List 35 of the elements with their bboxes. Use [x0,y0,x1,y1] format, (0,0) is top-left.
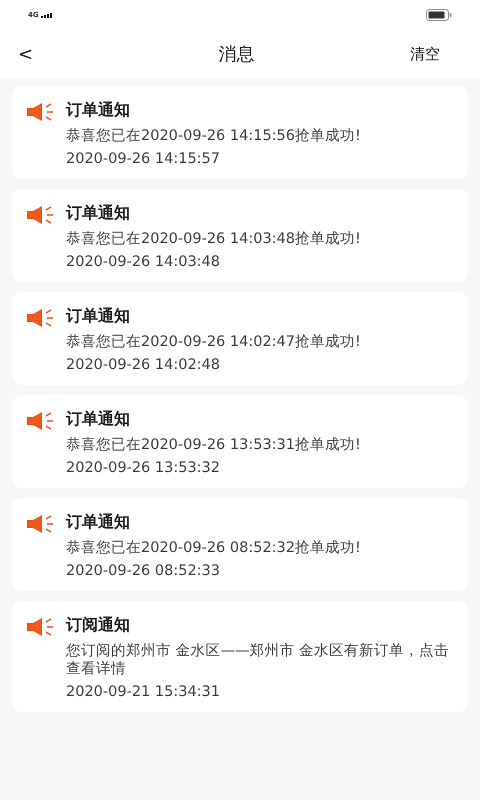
message-time: 2020-09-26 14:02:48 [66,357,221,373]
message-text: 您订阅的郑州市 金水区——郑州市 金水区有新订单，点击查看详情 [66,642,450,678]
page-title: 消息 [218,43,256,66]
message-text: 恭喜您已在2020-09-26 13:53:31抢单成功! [66,436,362,454]
message-text: 恭喜您已在2020-09-26 14:02:47抢单成功! [66,333,362,351]
message-card[interactable]: 订阅通知 您订阅的郑州市 金水区——郑州市 金水区有新订单，点击查看详情 2020-09-21 15:34:31 [12,601,468,712]
message-time: 2020-09-26 08:52:33 [66,563,221,579]
speaker-icon [26,411,56,431]
message-time: 2020-09-21 15:34:31 [66,684,221,700]
speaker-icon [26,205,56,225]
message-time: 2020-09-26 14:15:57 [66,151,221,167]
message-card[interactable]: 订单通知 恭喜您已在2020-09-26 13:53:31抢单成功! 2020-09-26 13:53:32 [12,395,468,488]
message-card[interactable]: 订单通知 恭喜您已在2020-09-26 14:02:47抢单成功! 2020-09-26 14:02:48 [12,292,468,385]
message-card[interactable]: 订单通知 恭喜您已在2020-09-26 14:15:56抢单成功! 2020-09-26 14:15:57 [12,86,468,179]
message-text: 恭喜您已在2020-09-26 14:03:48抢单成功! [66,230,362,248]
speaker-icon [26,308,56,328]
message-card[interactable]: 订单通知 恭喜您已在2020-09-26 14:03:48抢单成功! 2020-09-26 14:03:48 [12,189,468,282]
message-time: 2020-09-26 14:03:48 [66,254,221,270]
message-card[interactable]: 订单通知 恭喜您已在2020-09-26 08:52:32抢单成功! 2020-09-26 08:52:33 [12,498,468,591]
message-title: 订单通知 [66,409,131,430]
speaker-icon [26,514,56,534]
message-title: 订单通知 [66,306,131,327]
battery-icon [426,9,452,21]
message-time: 2020-09-26 13:53:32 [66,460,221,476]
message-title: 订阅通知 [66,615,131,636]
speaker-icon [26,102,56,122]
message-title: 订单通知 [66,100,131,121]
back-button[interactable]: < [12,44,40,64]
message-text: 恭喜您已在2020-09-26 14:15:56抢单成功! [66,127,362,145]
signal-icon [40,12,53,18]
clear-button[interactable]: 清空 [400,44,470,64]
message-title: 订单通知 [66,512,131,533]
message-text: 恭喜您已在2020-09-26 08:52:32抢单成功! [66,539,362,557]
message-title: 订单通知 [66,203,131,224]
speaker-icon [26,617,56,637]
